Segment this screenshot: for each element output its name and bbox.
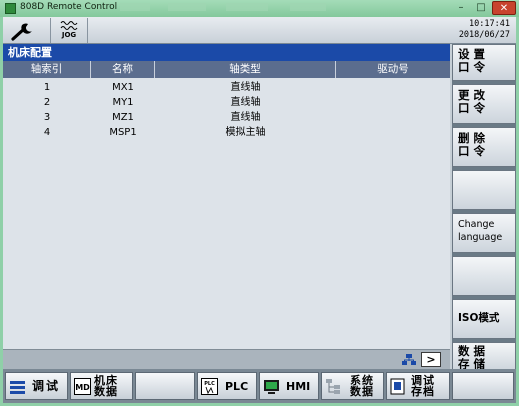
- empty-softkey-6[interactable]: [452, 256, 516, 296]
- commissioning-menu-icon: [10, 381, 25, 394]
- cell-name: MSP1: [109, 127, 137, 138]
- table-row[interactable]: 4 MSP1 模拟主轴: [3, 125, 450, 140]
- remote-control-window: 808D Remote Control – □ ✕ JOG 10:17:41 2…: [0, 0, 519, 406]
- title-bar-ghost-text: [120, 3, 150, 11]
- softkey-label: 系统 数据: [350, 375, 374, 397]
- svg-text:MD: MD: [75, 383, 90, 392]
- save-data-softkey[interactable]: 数据 存储: [452, 342, 516, 372]
- softkey-label: Change: [458, 219, 495, 230]
- cell-drive-number: [336, 80, 450, 95]
- clock-date: 2018/06/27: [458, 30, 510, 40]
- hmi-screen: JOG 10:17:41 2018/06/27 机床配置 轴索引 名称 轴类型 …: [3, 17, 516, 403]
- softkey-label: 机床 数据: [94, 375, 118, 397]
- softkey-label-line: 数据: [94, 385, 118, 398]
- empty-softkey-4[interactable]: [452, 170, 516, 210]
- jog-mode-indicator: JOG: [50, 18, 88, 43]
- column-header-axis-type: 轴类型: [155, 61, 336, 78]
- axis-config-table: 轴索引 名称 轴类型 驱动号 1 MX1 直线轴 2 MY1 直线轴 3 MZ1…: [3, 61, 450, 349]
- cell-axis-type: 直线轴: [230, 112, 261, 123]
- softkey-label-line: 存档: [411, 385, 435, 398]
- change-password-softkey[interactable]: 更改 口令: [452, 84, 516, 124]
- title-bar-ghost-text: [290, 3, 326, 11]
- machine-data-icon: MD: [74, 378, 91, 395]
- table-row[interactable]: 1 MX1 直线轴: [3, 80, 450, 95]
- empty-softkey-h3[interactable]: [135, 372, 195, 400]
- table-row[interactable]: 2 MY1 直线轴: [3, 95, 450, 110]
- softkey-label: 调试 存档: [411, 375, 435, 397]
- close-button[interactable]: ✕: [492, 1, 516, 15]
- archive-icon: [390, 378, 405, 395]
- maximize-button[interactable]: □: [472, 1, 490, 15]
- softkey-label: 口令: [458, 144, 489, 158]
- plc-softkey[interactable]: PLC PLC: [197, 372, 257, 400]
- commissioning-archive-softkey[interactable]: 调试 存档: [386, 372, 450, 400]
- next-page-button[interactable]: >: [421, 352, 441, 367]
- page-title: 机床配置: [3, 44, 450, 61]
- table-row[interactable]: 3 MZ1 直线轴: [3, 110, 450, 125]
- cell-axis-type: 直线轴: [230, 82, 261, 93]
- status-bar: >: [3, 349, 450, 369]
- table-header: 轴索引 名称 轴类型 驱动号: [3, 61, 450, 78]
- cell-drive-number: [336, 110, 450, 125]
- change-language-softkey[interactable]: Change language: [452, 213, 516, 253]
- wrench-icon: [11, 23, 32, 41]
- hmi-header: JOG 10:17:41 2018/06/27: [3, 17, 516, 44]
- window-title: 808D Remote Control: [20, 2, 118, 12]
- cell-axis-index: 3: [43, 112, 51, 123]
- delete-password-softkey[interactable]: 删除 口令: [452, 127, 516, 167]
- window-title-bar[interactable]: 808D Remote Control – □ ✕: [0, 0, 519, 17]
- system-data-tree-icon: [326, 379, 340, 394]
- clock-time: 10:17:41: [469, 19, 510, 29]
- softkey-label: HMI: [286, 379, 311, 393]
- softkey-label: language: [458, 232, 503, 243]
- app-icon: [5, 3, 16, 14]
- softkey-label: 口令: [458, 60, 489, 74]
- softkey-label: 口令: [458, 101, 489, 115]
- network-status-icon: [402, 354, 416, 365]
- cell-name: MZ1: [112, 112, 134, 123]
- clock: 10:17:41 2018/06/27: [459, 19, 510, 41]
- system-data-softkey[interactable]: 系统 数据: [321, 372, 384, 400]
- column-header-drive-number: 驱动号: [377, 63, 409, 75]
- cell-axis-type: 直线轴: [230, 97, 261, 108]
- softkey-label: ISO模式: [458, 312, 500, 324]
- svg-text:PLC: PLC: [204, 381, 215, 387]
- cell-axis-index: 1: [43, 82, 51, 93]
- column-header-name: 名称: [91, 61, 155, 78]
- title-bar-ghost-text: [226, 3, 268, 11]
- title-bar-ghost-text: [168, 3, 206, 11]
- hmi-softkey[interactable]: HMI: [259, 372, 319, 400]
- commissioning-softkey[interactable]: 调试: [5, 372, 68, 400]
- set-password-softkey[interactable]: 设置 口令: [452, 44, 516, 81]
- mode-label: JOG: [61, 31, 77, 39]
- iso-mode-softkey[interactable]: ISO模式: [452, 299, 516, 339]
- column-header-axis-index: 轴索引: [3, 61, 91, 78]
- minimize-button[interactable]: –: [452, 1, 470, 15]
- cell-name: MX1: [112, 82, 134, 93]
- machine-data-softkey[interactable]: MD 机床 数据: [70, 372, 133, 400]
- cell-name: MY1: [112, 97, 134, 108]
- cell-drive-number: [336, 95, 450, 110]
- hmi-monitor-icon: [264, 380, 279, 394]
- cell-drive-number: [336, 125, 450, 140]
- empty-softkey-h8[interactable]: [452, 372, 514, 400]
- cell-axis-index: 2: [43, 97, 51, 108]
- cell-axis-index: 4: [43, 127, 51, 138]
- plc-icon: PLC: [201, 378, 218, 395]
- cell-axis-type: 模拟主轴: [225, 127, 266, 138]
- softkey-label-line: 数据: [350, 385, 374, 398]
- softkey-label: 调试: [32, 378, 61, 393]
- softkey-label: PLC: [225, 379, 249, 393]
